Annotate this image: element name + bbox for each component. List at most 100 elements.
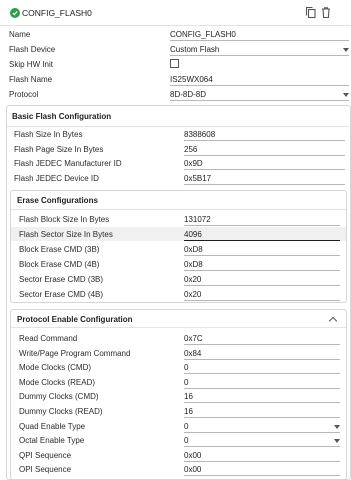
basic-field-input[interactable]: 256 — [184, 145, 197, 154]
erase-title: Erase Configurations — [17, 196, 98, 205]
protocol-field-row: Dummy Clocks (READ) 16 — [0, 404, 351, 418]
protocol-field-select[interactable]: 0 — [184, 436, 188, 445]
field-input[interactable]: CONFIG_FLASH0 — [170, 30, 236, 39]
field-select[interactable]: Custom Flash — [170, 45, 219, 54]
protocol-field-underline — [184, 475, 340, 477]
field-row: Protocol 8D-8D-8D — [0, 87, 351, 101]
basic-field-label: Flash Size In Bytes — [14, 130, 83, 139]
basic-field-row: Flash Size In Bytes 8388608 — [0, 127, 351, 141]
protocol-header-divider — [11, 327, 346, 328]
protocol-field-input[interactable]: 16 — [184, 392, 193, 401]
protocol-field-row: Mode Clocks (READ) 0 — [0, 375, 351, 389]
basic-field-input[interactable]: 0x5B17 — [184, 174, 211, 183]
erase-field-input[interactable]: 131072 — [184, 215, 211, 224]
protocol-field-label: Quad Enable Type — [19, 421, 86, 431]
config-title: CONFIG_FLASH0 — [22, 8, 92, 18]
protocol-title: Protocol Enable Configuration — [17, 315, 133, 324]
erase-field-underline — [184, 269, 340, 271]
protocol-field-label: QPI Sequence — [19, 450, 72, 460]
check-circle-icon — [10, 8, 20, 18]
basic-field-row: Flash JEDEC Device ID 0x5B17 — [0, 171, 351, 186]
field-select[interactable]: 8D-8D-8D — [170, 90, 206, 99]
basic-field-input[interactable]: 8388608 — [184, 130, 215, 139]
erase-field-row: Flash Block Size In Bytes 131072 — [0, 212, 351, 226]
chevron-down-icon[interactable] — [343, 48, 349, 52]
trash-icon[interactable] — [320, 6, 332, 19]
field-label: Skip HW Init — [9, 60, 54, 69]
protocol-field-label: Write/Page Program Command — [19, 348, 131, 358]
protocol-field-input[interactable]: 0 — [184, 378, 188, 387]
copy-icon[interactable] — [305, 6, 317, 19]
protocol-field-row: Quad Enable Type 0 — [0, 419, 351, 433]
protocol-field-input[interactable]: 0 — [184, 363, 188, 372]
basic-field-label: Flash JEDEC Device ID — [14, 174, 99, 184]
basic-field-underline — [184, 184, 345, 186]
field-row: Flash Name IS25WX064 — [0, 72, 351, 86]
erase-field-label: Sector Erase CMD (4B) — [19, 289, 104, 299]
protocol-field-row: Octal Enable Type 0 — [0, 433, 351, 448]
erase-field-underline — [184, 299, 340, 301]
protocol-field-row: Write/Page Program Command 0x84 — [0, 346, 351, 360]
erase-field-label: Flash Sector Size In Bytes — [19, 229, 113, 239]
erase-field-row: Flash Sector Size In Bytes 4096 — [0, 227, 351, 241]
protocol-field-label: Octal Enable Type — [19, 436, 85, 446]
basic-field-row: Flash Page Size In Bytes 256 — [0, 142, 351, 156]
field-label: Flash Name — [9, 75, 53, 84]
protocol-field-input[interactable]: 0x7C — [184, 334, 203, 343]
erase-field-input[interactable]: 0xD8 — [184, 245, 203, 254]
erase-field-row: Block Erase CMD (3B) 0xD8 — [0, 242, 351, 256]
field-underline — [170, 100, 349, 101]
erase-field-underline — [184, 284, 340, 286]
chevron-down-icon[interactable] — [334, 424, 340, 429]
erase-field-label: Sector Erase CMD (3B) — [19, 274, 104, 284]
erase-field-row: Sector Erase CMD (3B) 0x20 — [0, 272, 351, 286]
field-label: Flash Device — [9, 45, 56, 54]
protocol-field-input[interactable]: 0x84 — [184, 349, 201, 358]
erase-field-underline — [184, 254, 340, 256]
field-label: Name — [9, 30, 31, 39]
basic-field-row: Flash JEDEC Manufacturer ID 0x9D — [0, 156, 351, 171]
protocol-field-label: OPI Sequence — [19, 465, 72, 475]
protocol-field-label: Read Command — [19, 334, 78, 343]
protocol-field-row: Dummy Clocks (CMD) 16 — [0, 389, 351, 404]
protocol-field-input[interactable]: 0x00 — [184, 465, 201, 474]
erase-field-label: Block Erase CMD (4B) — [19, 259, 100, 269]
basic-field-label: Flash JEDEC Manufacturer ID — [14, 159, 122, 169]
erase-field-input[interactable]: 4096 — [184, 230, 202, 239]
protocol-field-row: OPI Sequence 0x00 — [0, 462, 351, 477]
protocol-field-input[interactable]: 16 — [184, 407, 193, 416]
erase-field-row: Block Erase CMD (4B) 0xD8 — [0, 257, 351, 271]
erase-field-underline — [184, 225, 340, 226]
field-input[interactable]: IS25WX064 — [170, 75, 213, 84]
erase-field-label: Flash Block Size In Bytes — [19, 215, 110, 224]
protocol-field-row: QPI Sequence 0x00 — [0, 448, 351, 462]
field-row: Skip HW Init — [0, 57, 351, 71]
chevron-down-icon[interactable] — [343, 93, 349, 97]
erase-field-underline — [184, 239, 340, 241]
basic-field-label: Flash Page Size In Bytes — [14, 144, 104, 154]
erase-field-input[interactable]: 0xD8 — [184, 260, 203, 269]
protocol-field-input[interactable]: 0x00 — [184, 451, 201, 460]
protocol-field-label: Dummy Clocks (CMD) — [19, 392, 99, 402]
erase-header-divider — [11, 209, 346, 210]
basic-field-input[interactable]: 0x9D — [184, 159, 203, 168]
protocol-field-select[interactable]: 0 — [184, 422, 188, 431]
erase-field-row: Sector Erase CMD (4B) 0x20 — [0, 287, 351, 301]
field-label: Protocol — [9, 90, 39, 99]
field-underline — [170, 85, 349, 86]
field-row: Flash Device Custom Flash — [0, 42, 351, 56]
protocol-field-row: Mode Clocks (CMD) 0 — [0, 360, 351, 375]
field-underline — [170, 55, 349, 56]
field-underline — [170, 40, 349, 41]
erase-field-label: Block Erase CMD (3B) — [19, 244, 100, 254]
basic-flash-title: Basic Flash Configuration — [12, 112, 112, 121]
chevron-down-icon[interactable] — [334, 439, 340, 444]
erase-field-input[interactable]: 0x20 — [184, 290, 201, 299]
protocol-field-label: Mode Clocks (CMD) — [19, 363, 92, 373]
erase-field-input[interactable]: 0x20 — [184, 275, 201, 284]
field-row: Name CONFIG_FLASH0 — [0, 27, 351, 41]
protocol-field-label: Mode Clocks (READ) — [19, 377, 96, 387]
protocol-field-label: Dummy Clocks (READ) — [19, 407, 103, 416]
config-header: CONFIG_FLASH0 — [0, 0, 351, 26]
field-checkbox[interactable] — [170, 59, 179, 68]
